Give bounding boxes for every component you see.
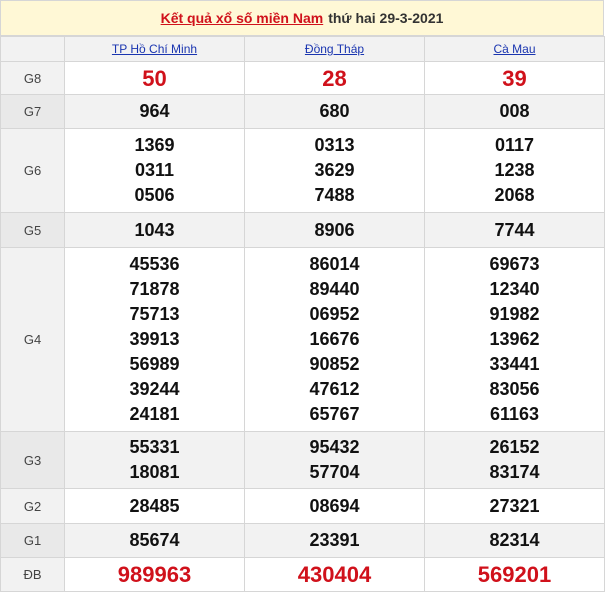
prize-number: 7488 — [314, 185, 355, 205]
corner-cell — [0, 36, 65, 62]
prize-label: ĐB — [0, 557, 65, 592]
prize-label: G4 — [0, 247, 65, 432]
prize-number: 12340 — [489, 279, 540, 299]
prize-number: 39 — [502, 65, 527, 91]
prize-number: 0311 — [134, 160, 175, 180]
prize-number: 13962 — [489, 329, 540, 349]
prize-label: G2 — [0, 488, 65, 524]
prize-number: 69673 — [489, 254, 540, 274]
prize-number: 3629 — [314, 160, 355, 180]
prize-number: 33441 — [489, 354, 540, 374]
prize-number: 57704 — [309, 462, 360, 482]
province-link-ca-mau[interactable]: Cà Mau — [424, 36, 605, 62]
prize-number: 16676 — [309, 329, 360, 349]
prize-number: 75713 — [129, 304, 180, 324]
prize-number: 7744 — [494, 219, 535, 240]
prize-row-g1: G1 85674 23391 82314 — [0, 523, 605, 558]
prize-number: 0313 — [314, 135, 355, 155]
prize-number: 28485 — [129, 495, 180, 516]
special-prize-number: 989963 — [117, 562, 192, 587]
prize-row-g5: G5 1043 8906 7744 — [0, 212, 605, 248]
province-link-dong-thap[interactable]: Đồng Tháp — [244, 36, 425, 62]
results-table: TP Hồ Chí Minh Đồng Tháp Cà Mau G8 50 28… — [0, 36, 605, 592]
prize-number: 0506 — [134, 185, 175, 205]
prize-number: 08694 — [309, 495, 360, 516]
prize-number: 27321 — [489, 495, 540, 516]
prize-row-special: ĐB 989963 430404 569201 — [0, 557, 605, 592]
prize-row-g7: G7 964 680 008 — [0, 94, 605, 129]
prize-number: 61163 — [489, 404, 540, 424]
prize-number: 39244 — [129, 379, 180, 399]
prize-number: 47612 — [309, 379, 360, 399]
prize-label: G7 — [0, 94, 65, 129]
prize-number: 90852 — [309, 354, 360, 374]
prize-number: 2068 — [494, 185, 535, 205]
prize-number: 45536 — [129, 254, 180, 274]
prize-number: 50 — [142, 65, 167, 91]
prize-number: 95432 — [309, 437, 360, 457]
prize-number: 55331 — [129, 437, 180, 457]
special-prize-number: 569201 — [477, 562, 552, 587]
prize-number: 56989 — [129, 354, 180, 374]
prize-number: 008 — [499, 101, 530, 121]
prize-number: 18081 — [129, 462, 180, 482]
prize-label: G3 — [0, 431, 65, 489]
prize-number: 06952 — [309, 304, 360, 324]
province-header-row: TP Hồ Chí Minh Đồng Tháp Cà Mau — [0, 36, 605, 62]
prize-label: G8 — [0, 61, 65, 95]
prize-number: 39913 — [129, 329, 180, 349]
prize-number: 28 — [322, 65, 347, 91]
prize-number: 964 — [139, 101, 170, 121]
prize-row-g2: G2 28485 08694 27321 — [0, 488, 605, 524]
province-link-hcm[interactable]: TP Hồ Chí Minh — [64, 36, 245, 62]
prize-row-g4: G4 45536 71878 75713 39913 56989 39244 2… — [0, 247, 605, 432]
prize-number: 23391 — [309, 530, 360, 550]
prize-number: 24181 — [129, 404, 180, 424]
prize-number: 82314 — [489, 530, 540, 550]
prize-number: 83174 — [489, 462, 540, 482]
prize-number: 1043 — [134, 219, 175, 240]
lottery-results: Kết quả xổ số miền Nam thứ hai 29-3-2021… — [0, 0, 606, 593]
prize-number: 83056 — [489, 379, 540, 399]
prize-label: G6 — [0, 128, 65, 213]
prize-number: 1369 — [134, 135, 175, 155]
prize-label: G1 — [0, 523, 65, 558]
prize-row-g3: G3 55331 18081 95432 57704 26152 83174 — [0, 431, 605, 489]
prize-number: 8906 — [314, 219, 355, 240]
results-title-bar: Kết quả xổ số miền Nam thứ hai 29-3-2021 — [0, 0, 604, 36]
prize-number: 71878 — [129, 279, 180, 299]
results-title-link[interactable]: Kết quả xổ số miền Nam — [161, 10, 324, 26]
prize-number: 680 — [319, 101, 350, 121]
prize-number: 86014 — [309, 254, 360, 274]
results-date: thứ hai 29-3-2021 — [328, 10, 444, 26]
prize-row-g6: G6 1369 0311 0506 0313 3629 7488 0117 12… — [0, 128, 605, 213]
prize-number: 91982 — [489, 304, 540, 324]
prize-label: G5 — [0, 212, 65, 248]
prize-row-g8: G8 50 28 39 — [0, 61, 605, 95]
prize-number: 1238 — [494, 160, 535, 180]
prize-number: 0117 — [494, 135, 535, 155]
special-prize-number: 430404 — [297, 562, 372, 587]
prize-number: 85674 — [129, 530, 180, 550]
prize-number: 26152 — [489, 437, 540, 457]
prize-number: 65767 — [309, 404, 360, 424]
prize-number: 89440 — [309, 279, 360, 299]
